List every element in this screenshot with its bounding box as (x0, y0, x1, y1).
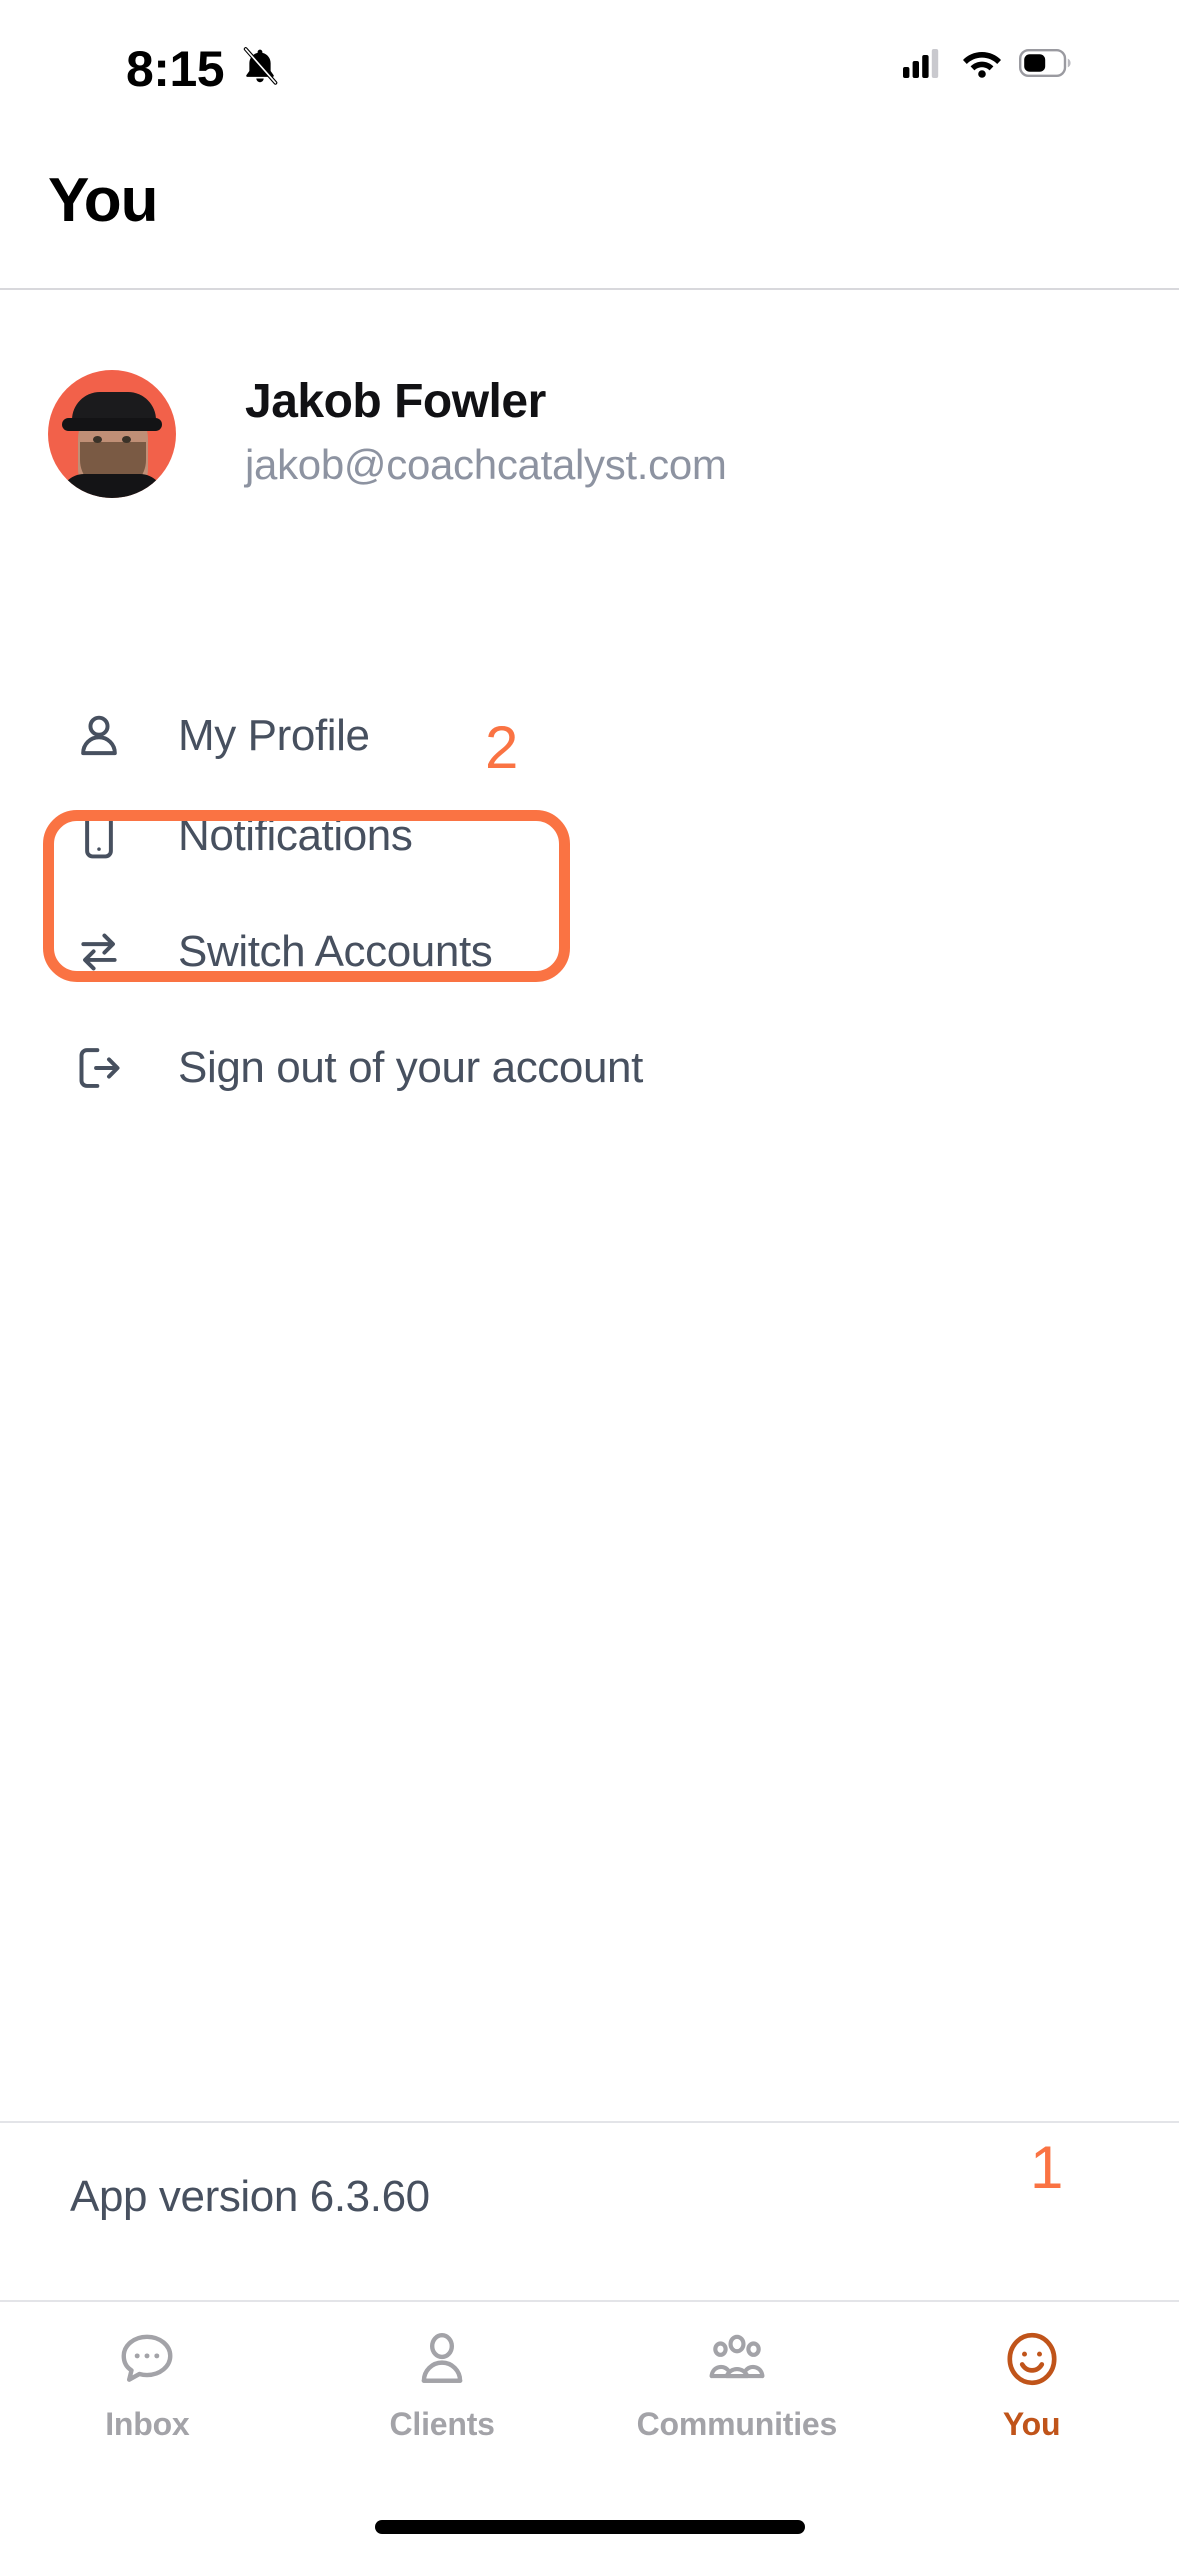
battery-icon (1019, 49, 1071, 82)
profile-name: Jakob Fowler (245, 375, 546, 428)
person-icon (407, 2324, 477, 2394)
tab-label: Inbox (105, 2406, 190, 2442)
tab-label: Clients (389, 2406, 495, 2442)
mobile-phone-icon (70, 807, 128, 865)
status-bar-clock: 8:15 (126, 41, 225, 97)
tab-label: You (1002, 2406, 1061, 2442)
tab-you[interactable]: You (884, 2302, 1179, 2556)
app-version-bar: App version 6.3.60 (0, 2121, 1179, 2261)
menu-item-label: Sign out of your account (178, 1043, 643, 1092)
logout-icon (70, 1039, 128, 1097)
account-menu-list: My Profile Notifications Switch Accounts… (0, 690, 1179, 1114)
avatar-eye-right (122, 436, 131, 443)
profile-text-block: Jakob Fowler jakob@coachcatalyst.com (245, 374, 727, 489)
people-group-icon (702, 2324, 772, 2394)
person-icon (70, 707, 128, 765)
app-screen: 8:15 You Jakob Fowler jakob@coachcatalys… (0, 0, 1179, 2556)
bell-slash-icon (238, 45, 282, 94)
menu-item-label: My Profile (178, 711, 370, 760)
avatar-eye-left (93, 436, 102, 443)
status-bar-right (903, 48, 1071, 83)
status-bar-left: 8:15 (126, 44, 282, 94)
header-bar: You (0, 110, 1179, 290)
menu-item-my-profile[interactable]: My Profile (0, 690, 1179, 782)
swap-arrows-icon (70, 923, 128, 981)
tab-clients[interactable]: Clients (295, 2302, 590, 2556)
menu-item-switch-accounts[interactable]: Switch Accounts (0, 906, 1179, 998)
page-title: You (48, 166, 158, 235)
status-bar: 8:15 (0, 0, 1179, 110)
tab-communities[interactable]: Communities (590, 2302, 885, 2556)
chat-bubble-icon (112, 2324, 182, 2394)
smiley-face-icon (997, 2324, 1067, 2394)
cellular-signal-icon (903, 48, 945, 83)
menu-item-label: Switch Accounts (178, 927, 493, 976)
profile-email: jakob@coachcatalyst.com (245, 441, 727, 489)
app-version-label: App version 6.3.60 (70, 2172, 430, 2221)
profile-summary[interactable]: Jakob Fowler jakob@coachcatalyst.com (0, 370, 1179, 510)
menu-item-notifications[interactable]: Notifications (0, 790, 1179, 882)
menu-item-label: Notifications (178, 811, 413, 860)
tab-label: Communities (636, 2406, 838, 2442)
bottom-tab-bar: Inbox Clients Communities You (0, 2300, 1179, 2556)
tab-inbox[interactable]: Inbox (0, 2302, 295, 2556)
wifi-icon (961, 48, 1003, 83)
annotation-marker-2: 2 (485, 714, 519, 781)
home-indicator (374, 2520, 805, 2534)
menu-item-sign-out[interactable]: Sign out of your account (0, 1022, 1179, 1114)
avatar-shirt (60, 474, 164, 498)
avatar (48, 370, 176, 498)
avatar-cap-brim (62, 418, 162, 431)
